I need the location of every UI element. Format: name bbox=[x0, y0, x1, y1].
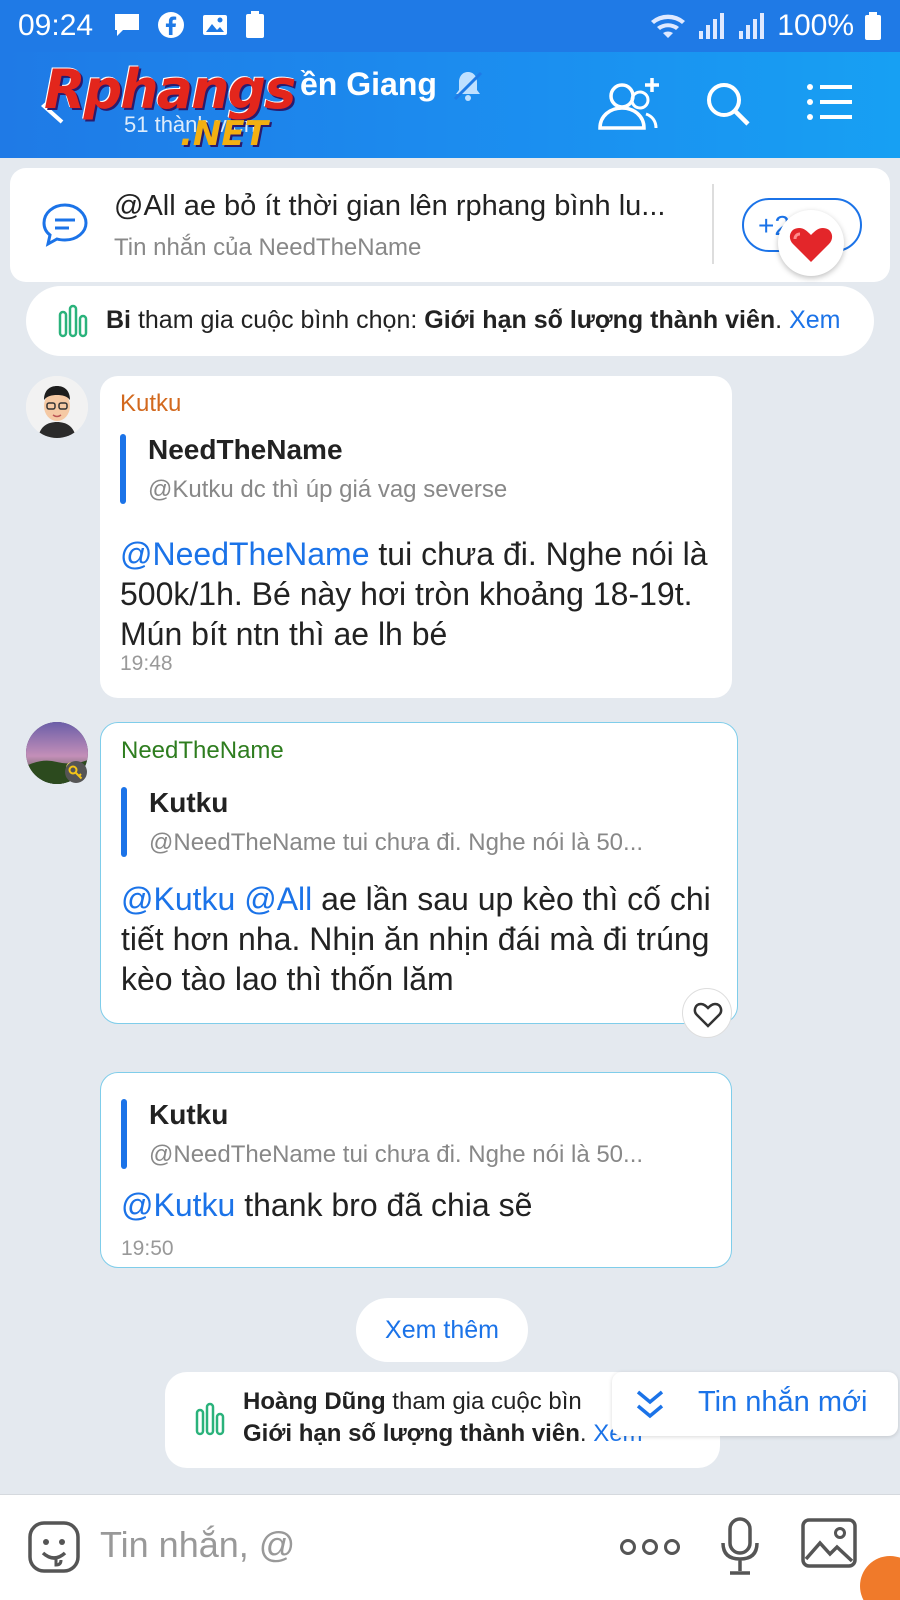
pinned-text: @All ae bỏ ít thời gian lên rphang bình … bbox=[114, 190, 666, 222]
message-time: 19:48 bbox=[120, 652, 173, 675]
battery-percent: 100% bbox=[777, 9, 854, 42]
new-messages-label: Tin nhắn mới bbox=[698, 1386, 868, 1418]
notification-icons bbox=[112, 10, 266, 40]
heart-icon bbox=[789, 228, 833, 262]
message-bubble[interactable]: Kutku NeedTheName @Kutku dc thì úp giá v… bbox=[100, 376, 732, 698]
reaction-heart-button[interactable] bbox=[778, 210, 844, 276]
poll-action: tham gia cuộc bìn bbox=[385, 1388, 582, 1415]
facebook-icon bbox=[158, 12, 184, 38]
divider bbox=[712, 184, 714, 264]
chat-bubble-icon bbox=[42, 203, 88, 247]
battery-100-icon bbox=[246, 11, 264, 38]
mention[interactable]: @NeedTheName bbox=[120, 536, 369, 572]
double-chevron-down-icon bbox=[636, 1390, 664, 1419]
poll-user: Bi bbox=[106, 306, 131, 334]
poll-notice-line: Giới hạn số lượng thành viên. Xem bbox=[243, 1420, 643, 1448]
quote-bar bbox=[120, 434, 126, 504]
sticker-icon[interactable] bbox=[26, 1519, 82, 1575]
poll-title: Giới hạn số lượng thành viên bbox=[243, 1420, 580, 1447]
watermark-sub: .NET bbox=[180, 114, 268, 154]
poll-notice-line: Hoàng Dũng tham gia cuộc bìn bbox=[243, 1388, 582, 1416]
more-options-icon[interactable] bbox=[620, 1535, 680, 1559]
quote-bar bbox=[121, 787, 127, 857]
key-icon bbox=[65, 761, 87, 783]
poll-notice-text: Bi tham gia cuộc bình chọn: Giới hạn số … bbox=[106, 306, 840, 335]
wifi-icon bbox=[651, 14, 686, 38]
battery-icon bbox=[865, 12, 881, 40]
message-time: 19:50 bbox=[121, 1237, 174, 1260]
watermark-logo: Rphangs .NET bbox=[40, 58, 330, 156]
status-time: 09:24 bbox=[18, 9, 94, 42]
quote-author: NeedTheName bbox=[148, 434, 343, 465]
message-input[interactable] bbox=[100, 1515, 580, 1575]
like-button[interactable] bbox=[682, 988, 732, 1038]
chat-header: ền Giang 51 thành viên Rphangs .NET bbox=[0, 52, 900, 158]
see-more-button[interactable]: Xem thêm bbox=[356, 1298, 528, 1362]
watermark-main: Rphangs bbox=[44, 58, 296, 121]
microphone-icon[interactable] bbox=[718, 1515, 762, 1577]
heart-outline-icon bbox=[693, 1002, 723, 1028]
poll-title: Giới hạn số lượng thành viên bbox=[424, 306, 776, 334]
message-body: thank bro đã chia sẽ bbox=[235, 1187, 533, 1223]
poll-dot: . bbox=[775, 306, 783, 334]
message-text: @NeedTheName tui chưa đi. Nghe nói là 50… bbox=[120, 534, 720, 654]
poll-view-link[interactable]: Xem bbox=[789, 306, 840, 334]
muted-bell-icon bbox=[453, 71, 483, 101]
search-icon[interactable] bbox=[704, 80, 752, 128]
quote-bar bbox=[121, 1099, 127, 1169]
poll-icon bbox=[58, 304, 88, 338]
poll-user: Hoàng Dũng bbox=[243, 1388, 386, 1415]
sender-name[interactable]: Kutku bbox=[120, 390, 181, 418]
sender-name[interactable]: NeedTheName bbox=[121, 737, 284, 765]
message-text: @Kutku thank bro đã chia sẽ bbox=[121, 1185, 721, 1225]
message-icon bbox=[115, 14, 139, 36]
pinned-subtitle: Tin nhắn của NeedTheName bbox=[114, 234, 422, 261]
message-bubble[interactable]: NeedTheName Kutku @NeedTheName tui chưa … bbox=[100, 722, 738, 1024]
message-text: @Kutku @All ae lần sau up kèo thì cố chi… bbox=[121, 879, 721, 999]
quote-text: @Kutku dc thì úp giá vag severse bbox=[148, 476, 508, 503]
poll-dot: . bbox=[579, 1420, 594, 1447]
add-member-icon[interactable] bbox=[594, 74, 664, 134]
pinned-message[interactable]: @All ae bỏ ít thời gian lên rphang bình … bbox=[10, 168, 890, 282]
signal-icon-2 bbox=[739, 13, 765, 39]
poll-icon bbox=[195, 1402, 225, 1436]
status-bar: 09:24 100% bbox=[0, 0, 900, 52]
image-icon bbox=[203, 15, 227, 35]
composer-bar bbox=[0, 1494, 900, 1600]
poll-notice: Bi tham gia cuộc bình chọn: Giới hạn số … bbox=[26, 286, 874, 356]
quote-author: Kutku bbox=[149, 787, 229, 818]
poll-action: tham gia cuộc bình chọn: bbox=[131, 306, 425, 334]
quote-text: @NeedTheName tui chưa đi. Nghe nói là 50… bbox=[149, 1141, 644, 1168]
signal-icon bbox=[699, 13, 725, 39]
message-bubble[interactable]: Kutku @NeedTheName tui chưa đi. Nghe nói… bbox=[100, 1072, 732, 1268]
image-picker-icon[interactable] bbox=[800, 1517, 858, 1569]
mention[interactable]: @Kutku @All bbox=[121, 881, 312, 917]
quote-text: @NeedTheName tui chưa đi. Nghe nói là 50… bbox=[149, 829, 644, 856]
avatar-image bbox=[26, 376, 88, 438]
menu-icon[interactable] bbox=[806, 82, 854, 122]
avatar-kutku[interactable] bbox=[26, 376, 88, 438]
status-right: 100% bbox=[649, 9, 882, 43]
quote-author: Kutku bbox=[149, 1099, 229, 1130]
mention[interactable]: @Kutku bbox=[121, 1187, 235, 1223]
new-messages-button[interactable]: Tin nhắn mới bbox=[612, 1372, 898, 1436]
